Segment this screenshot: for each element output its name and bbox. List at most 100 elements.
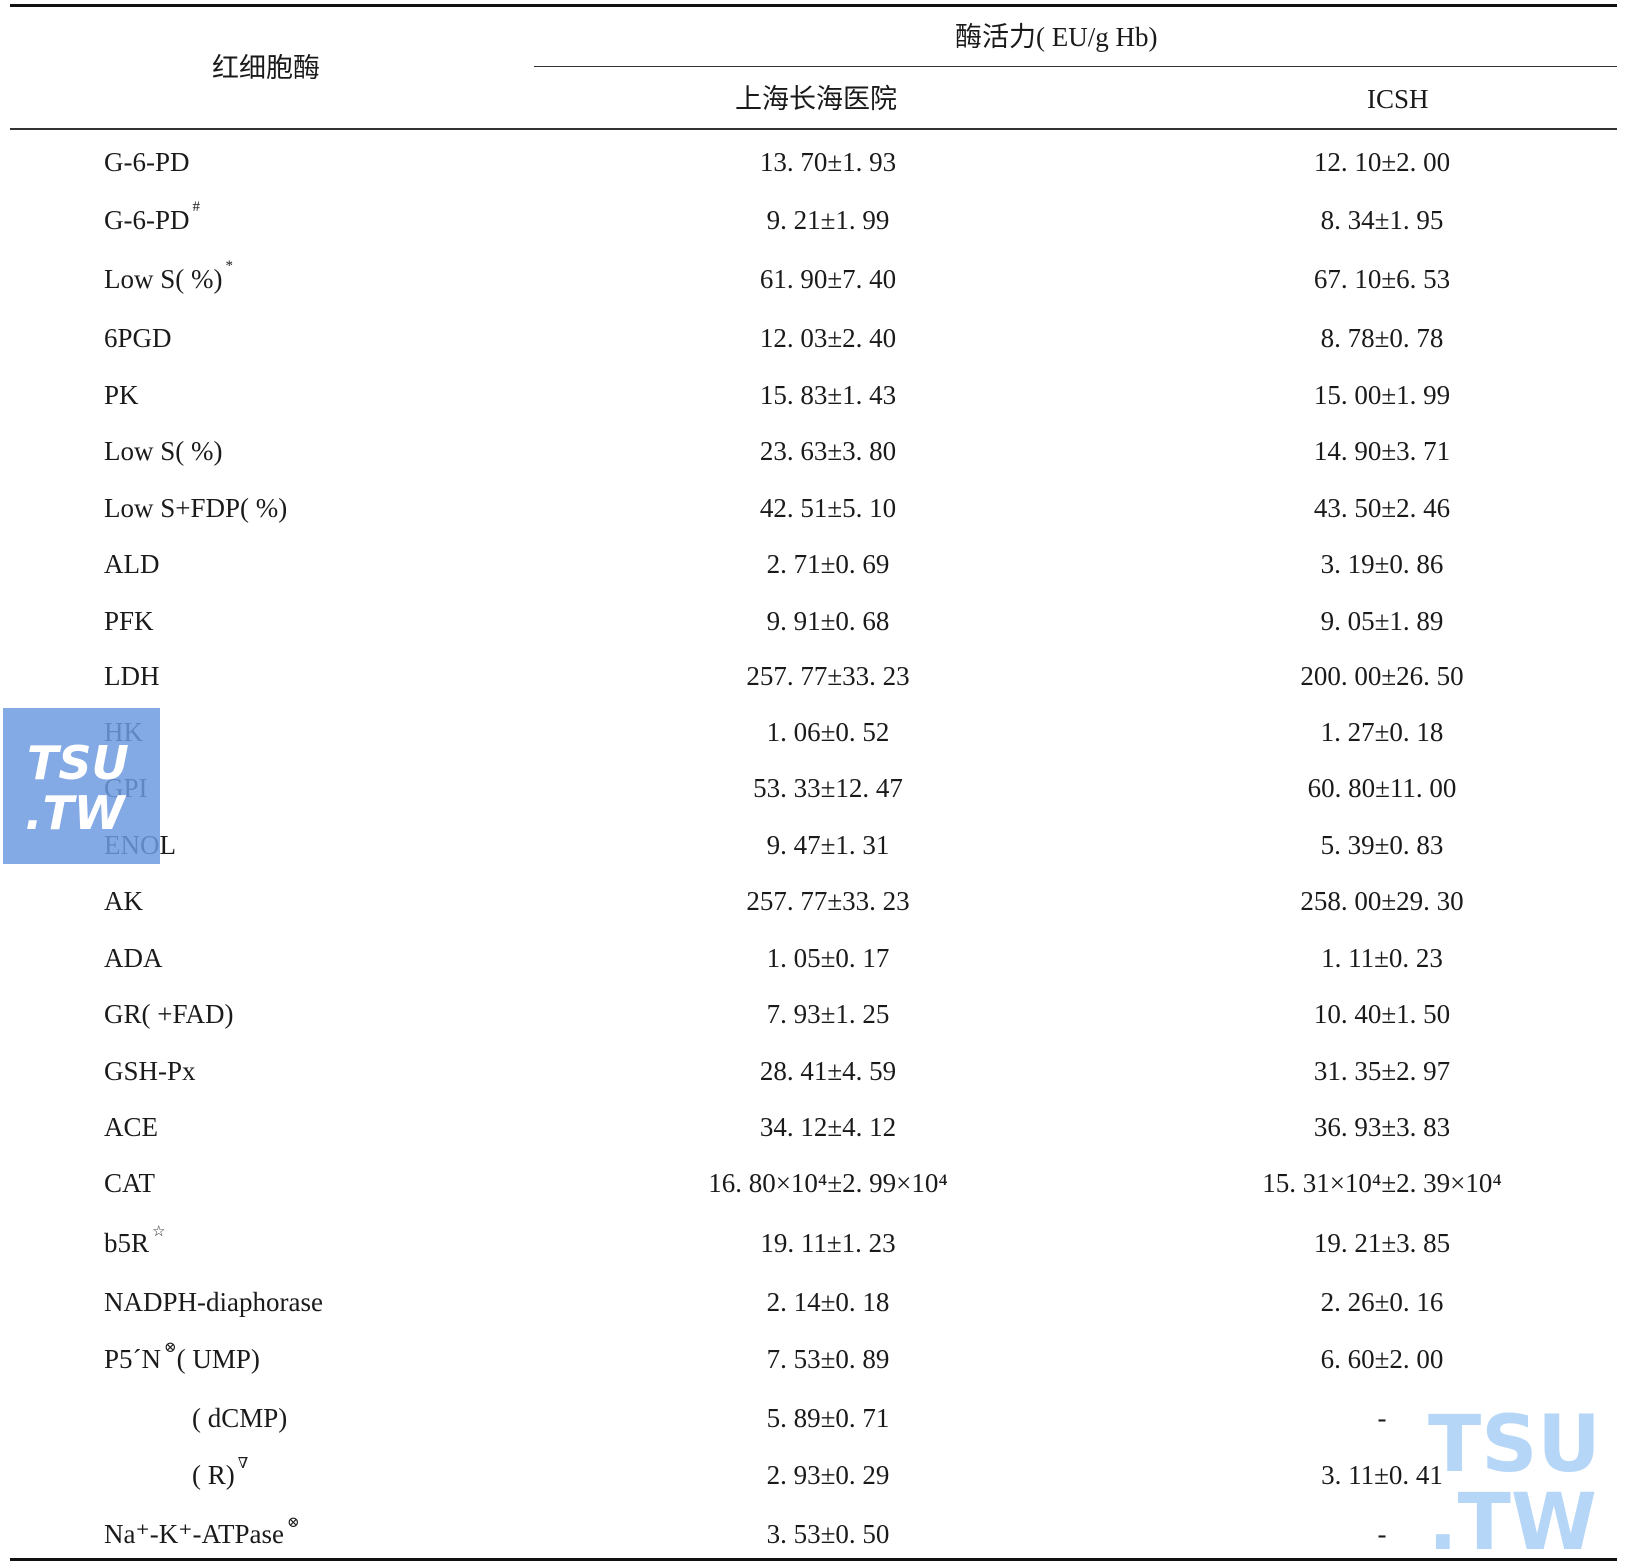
footnote-mark: ⊗ <box>164 1340 177 1356</box>
enzyme-label: GR( +FAD) <box>104 999 233 1030</box>
table-row: ( dCMP) 5. 89±0. 71 - <box>0 1403 1625 1443</box>
table-row: P5´N ⊗( UMP) 7. 53±0. 89 6. 60±2. 00 <box>0 1340 1625 1384</box>
footnote-mark: * <box>225 258 233 274</box>
value-icsh: 200. 00±26. 50 <box>1300 661 1464 691</box>
table-row: ADA 1. 05±0. 17 1. 11±0. 23 <box>0 943 1625 983</box>
value-icsh: 9. 05±1. 89 <box>1320 606 1444 636</box>
value-changhai: 9. 21±1. 99 <box>766 205 890 235</box>
enzyme-label: G-6-PD # <box>104 199 200 236</box>
enzyme-name: Na⁺-K⁺-ATPase <box>104 1519 284 1549</box>
value-changhai: 1. 05±0. 17 <box>766 943 890 973</box>
value-changhai: 2. 71±0. 69 <box>766 549 890 579</box>
enzyme-name: PK <box>104 380 139 410</box>
table-row: b5R ☆ 19. 11±1. 23 19. 21±3. 85 <box>0 1224 1625 1268</box>
value-icsh: 3. 11±0. 41 <box>1321 1460 1443 1490</box>
value-icsh: 19. 21±3. 85 <box>1313 1228 1451 1258</box>
value-changhai: 53. 33±12. 47 <box>753 773 903 803</box>
value-icsh: 8. 34±1. 95 <box>1320 205 1444 235</box>
value-icsh: 60. 80±11. 00 <box>1307 773 1457 803</box>
enzyme-name: PFK <box>104 606 154 636</box>
value-changhai: 5. 89±0. 71 <box>766 1403 890 1433</box>
enzyme-label: Na⁺-K⁺-ATPase ⊗ <box>104 1515 300 1550</box>
table-row: GSH-Px 28. 41±4. 59 31. 35±2. 97 <box>0 1056 1625 1096</box>
value-icsh: 5. 39±0. 83 <box>1320 830 1444 860</box>
value-icsh: 8. 78±0. 78 <box>1320 323 1444 353</box>
value-changhai: 257. 77±33. 23 <box>746 886 910 916</box>
enzyme-label: NADPH-diaphorase <box>104 1287 323 1318</box>
footnote-mark: # <box>192 199 201 215</box>
enzyme-label: CAT <box>104 1168 155 1199</box>
table-row: PFK 9. 91±0. 68 9. 05±1. 89 <box>0 606 1625 646</box>
table-row: Na⁺-K⁺-ATPase ⊗ 3. 53±0. 50 - <box>0 1515 1625 1559</box>
table-row: PK 15. 83±1. 43 15. 00±1. 99 <box>0 380 1625 420</box>
value-changhai: 23. 63±3. 80 <box>759 436 897 466</box>
header-col-icsh: ICSH <box>1367 84 1429 114</box>
enzyme-label: P5´N ⊗( UMP) <box>104 1340 260 1375</box>
value-icsh: 12. 10±2. 00 <box>1313 147 1451 177</box>
value-icsh: 67. 10±6. 53 <box>1313 264 1451 294</box>
value-changhai: 3. 53±0. 50 <box>766 1519 890 1549</box>
value-icsh: 43. 50±2. 46 <box>1313 493 1451 523</box>
table-row: G-6-PD #9. 21±1. 99 8. 34±1. 95 <box>0 199 1625 245</box>
value-icsh: 2. 26±0. 16 <box>1320 1287 1444 1317</box>
header-bottom-rule <box>10 128 1617 130</box>
enzyme-label: b5R ☆ <box>104 1224 165 1259</box>
enzyme-name: Low S( %) <box>104 264 223 294</box>
enzyme-name: ACE <box>104 1112 158 1142</box>
value-icsh: 15. 00±1. 99 <box>1313 380 1451 410</box>
enzyme-name: LDH <box>104 661 160 691</box>
enzyme-name: CAT <box>104 1168 156 1198</box>
footnote-mark: ⊗ <box>286 1515 300 1531</box>
value-changhai: 16. 80×10⁴±2. 99×10⁴ <box>708 1168 948 1198</box>
enzyme-name: ALD <box>104 549 160 579</box>
enzyme-name: ( dCMP) <box>192 1403 288 1433</box>
table-row: ENOL9. 47±1. 315. 39±0. 83 <box>0 830 1625 870</box>
value-changhai: 19. 11±1. 23 <box>760 1228 896 1258</box>
value-icsh: 36. 93±3. 83 <box>1313 1112 1451 1142</box>
table-row: NADPH-diaphorase 2. 14±0. 18 2. 26±0. 16 <box>0 1287 1625 1327</box>
value-icsh: 1. 27±0. 18 <box>1320 717 1444 747</box>
table-row: G-6-PD 13. 70±1. 93 12. 10±2. 00 <box>0 147 1625 187</box>
value-changhai: 15. 83±1. 43 <box>759 380 897 410</box>
enzyme-label: Low S( %) <box>104 436 222 467</box>
enzyme-name: NADPH-diaphorase <box>104 1287 323 1317</box>
value-icsh: 14. 90±3. 71 <box>1313 436 1451 466</box>
enzyme-label: GSH-Px <box>104 1056 196 1087</box>
value-icsh: 3. 19±0. 86 <box>1320 549 1444 579</box>
enzyme-name: Low S( %) <box>104 436 223 466</box>
enzyme-name: GR( +FAD) <box>104 999 234 1029</box>
enzyme-name: b5R <box>104 1228 150 1258</box>
enzyme-name: ADA <box>104 943 163 973</box>
table-row: ACE 34. 12±4. 12 36. 93±3. 83 <box>0 1112 1625 1152</box>
enzyme-name: G-6-PD <box>104 205 190 235</box>
enzyme-label: ( dCMP) <box>192 1403 287 1434</box>
value-changhai: 9. 91±0. 68 <box>766 606 890 636</box>
enzyme-label: G-6-PD <box>104 147 190 178</box>
value-changhai: 7. 53±0. 89 <box>766 1344 890 1374</box>
table-row: ALD 2. 71±0. 69 3. 19±0. 86 <box>0 549 1625 589</box>
value-changhai: 9. 47±1. 31 <box>766 830 890 860</box>
value-icsh: 6. 60±2. 00 <box>1320 1344 1444 1374</box>
value-icsh: 10. 40±1. 50 <box>1313 999 1451 1029</box>
value-changhai: 61. 90±7. 40 <box>759 264 897 294</box>
table-row: Low S( %) * 61. 90±7. 40 67. 10±6. 53 <box>0 258 1625 304</box>
table-row: CAT 16. 80×10⁴±2. 99×10⁴ 15. 31×10⁴±2. 39×… <box>0 1168 1625 1208</box>
value-icsh: 31. 35±2. 97 <box>1313 1056 1451 1086</box>
value-icsh: 258. 00±29. 30 <box>1300 886 1464 916</box>
enzyme-substrate: ( UMP) <box>176 1344 260 1374</box>
value-icsh: - <box>1377 1519 1387 1549</box>
enzyme-label: AK <box>104 886 143 917</box>
table-row: ( R) ∇ 2. 93±0. 29 3. 11±0. 41 <box>0 1456 1625 1500</box>
value-changhai: 2. 93±0. 29 <box>766 1460 890 1490</box>
value-changhai: 257. 77±33. 23 <box>746 661 910 691</box>
header-col-changhai: 上海长海医院 <box>735 84 897 114</box>
footnote-mark: ∇ <box>237 1456 249 1472</box>
value-icsh: 1. 11±0. 23 <box>1321 943 1443 973</box>
value-changhai: 13. 70±1. 93 <box>759 147 897 177</box>
enzyme-name: Low S+FDP( %) <box>104 493 288 523</box>
enzyme-name: 6PGD <box>104 323 172 353</box>
table-top-rule <box>10 4 1617 7</box>
enzyme-label: PFK <box>104 606 154 637</box>
enzyme-name: G-6-PD <box>104 147 190 177</box>
table-row: GPI53. 33±12. 4760. 80±11. 00 <box>0 773 1625 813</box>
